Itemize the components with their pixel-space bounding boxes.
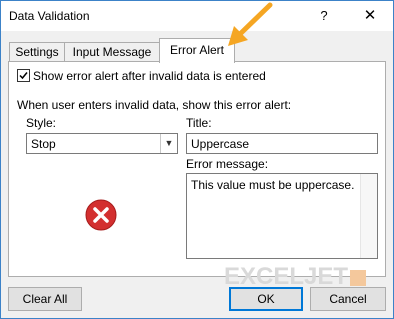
checkmark-icon [19,72,28,80]
tab-input-message[interactable]: Input Message [64,42,160,62]
textarea-scrollbar[interactable] [360,174,377,258]
show-error-alert-label[interactable]: Show error alert after invalid data is e… [33,69,266,83]
error-message-textarea[interactable]: This value must be uppercase. [186,173,378,259]
title-label: Title: [186,116,212,130]
style-select-value: Stop [31,137,56,151]
callout-arrow-icon [228,2,273,46]
watermark-logo-icon [350,269,367,286]
error-x-icon [85,199,117,231]
watermark-text: EXCELJET [224,263,349,290]
show-error-alert-checkbox[interactable] [17,69,30,82]
cancel-button[interactable]: Cancel [310,287,386,311]
title-input-value: Uppercase [191,137,250,151]
error-message-label: Error message: [186,157,269,171]
tab-error-alert[interactable]: Error Alert [159,38,235,63]
error-message-value: This value must be uppercase. [191,178,355,192]
ok-button[interactable]: OK [229,287,303,311]
help-button[interactable]: ? [311,4,337,28]
tab-settings[interactable]: Settings [9,42,65,62]
clear-all-button[interactable]: Clear All [8,287,82,311]
chevron-down-icon[interactable]: ▼ [160,134,177,153]
window-title: Data Validation [9,9,90,23]
title-input[interactable]: Uppercase [186,133,378,154]
title-bar: Data Validation ? ✕ [1,1,393,31]
section-label: When user enters invalid data, show this… [17,98,292,112]
style-select[interactable]: Stop ▼ [26,133,178,154]
style-label: Style: [26,116,57,130]
close-button[interactable]: ✕ [355,4,385,28]
